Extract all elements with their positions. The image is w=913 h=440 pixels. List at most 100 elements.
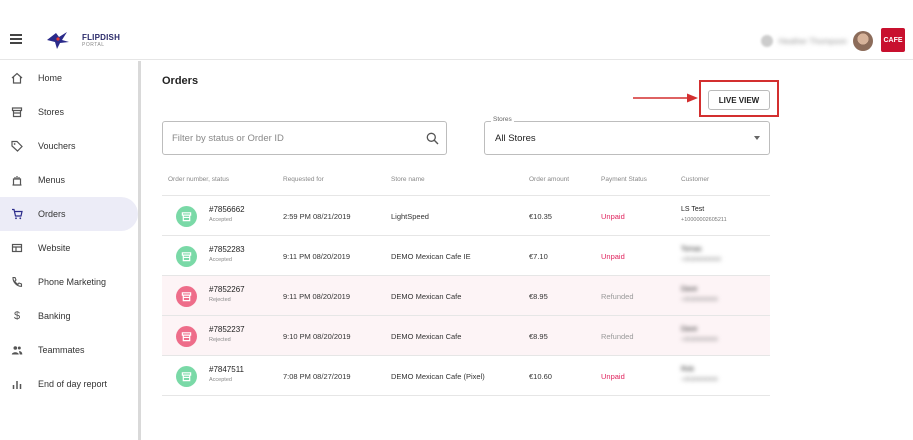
stores-select-value: All Stores — [495, 133, 536, 144]
tag-icon — [10, 139, 24, 153]
order-amount: €8.95 — [529, 332, 548, 341]
store-name: DEMO Mexican Cafe — [391, 292, 462, 301]
column-header-amount: Order amount — [529, 176, 570, 183]
order-number: #7847511 — [209, 365, 244, 374]
order-number: #7852267 — [209, 285, 245, 294]
table-row[interactable]: #7852237 Rejected 9:10 PM 08/20/2019 DEM… — [162, 316, 770, 356]
order-status: Accepted — [209, 377, 232, 383]
sidebar-item-label: Teammates — [38, 345, 85, 355]
store-name: DEMO Mexican Cafe IE — [391, 252, 471, 261]
customer-name: Tomas — [681, 246, 702, 253]
website-icon — [10, 241, 24, 255]
column-header-store: Store name — [391, 176, 425, 183]
requested-for: 7:08 PM 08/27/2019 — [283, 372, 351, 381]
home-icon — [10, 71, 24, 85]
payment-status: Refunded — [601, 332, 634, 341]
order-number: #7856662 — [209, 205, 245, 214]
store-name: LightSpeed — [391, 212, 429, 221]
order-amount: €7.10 — [529, 252, 548, 261]
order-status: Rejected — [209, 297, 231, 303]
bar-chart-icon — [10, 377, 24, 391]
sidebar-item-phone-marketing[interactable]: Phone Marketing — [0, 265, 138, 299]
customer-phone: +35300000000 — [681, 297, 718, 303]
column-header-requested: Requested for — [283, 176, 324, 183]
search-field — [162, 121, 447, 155]
help-icon[interactable] — [760, 35, 773, 47]
customer-phone: +35300000000 — [681, 337, 718, 343]
store-status-icon — [176, 286, 197, 307]
store-logo[interactable]: CAFE — [881, 28, 905, 52]
sidebar-item-home[interactable]: Home — [0, 61, 138, 95]
sidebar-item-label: Phone Marketing — [38, 277, 107, 287]
table-row[interactable]: #7852267 Rejected 9:11 PM 08/20/2019 DEM… — [162, 276, 770, 316]
sidebar-item-label: Website — [38, 243, 71, 253]
customer-phone: +35300000000 — [681, 377, 718, 383]
flipdish-logo-icon[interactable] — [45, 30, 71, 50]
brand-subtitle: PORTAL — [82, 42, 105, 48]
order-amount: €8.95 — [529, 292, 548, 301]
store-status-icon — [176, 326, 197, 347]
store-status-icon — [176, 206, 197, 227]
store-name: DEMO Mexican Cafe — [391, 332, 462, 341]
table-row[interactable]: #7852283 Accepted 9:11 PM 08/20/2019 DEM… — [162, 236, 770, 276]
order-status: Accepted — [209, 257, 232, 263]
payment-status: Refunded — [601, 292, 634, 301]
column-header-customer: Customer — [681, 176, 710, 183]
store-icon — [10, 105, 24, 119]
payment-status: Unpaid — [601, 252, 625, 261]
hamburger-menu-icon[interactable] — [10, 34, 22, 44]
sidebar-item-label: End of day report — [38, 379, 108, 389]
sidebar: Home Stores Vouchers Menus Orders Websit… — [0, 61, 141, 440]
sidebar-item-banking[interactable]: $ Banking — [0, 299, 138, 333]
payment-status: Unpaid — [601, 372, 625, 381]
requested-for: 9:11 PM 08/20/2019 — [283, 252, 350, 261]
sidebar-item-label: Banking — [38, 311, 71, 321]
order-amount: €10.60 — [529, 372, 552, 381]
sidebar-item-label: Vouchers — [38, 141, 76, 151]
sidebar-item-label: Stores — [38, 107, 65, 117]
page-title: Orders — [162, 75, 199, 87]
sidebar-item-stores[interactable]: Stores — [0, 95, 138, 129]
customer-phone: +10000002605211 — [681, 217, 727, 223]
cart-icon — [10, 207, 24, 221]
customer-name: Dave — [681, 286, 698, 293]
order-status: Rejected — [209, 337, 231, 343]
table-row[interactable]: #7856662 Accepted 2:59 PM 08/21/2019 Lig… — [162, 196, 770, 236]
live-view-button[interactable]: LIVE VIEW — [708, 90, 770, 110]
sidebar-item-label: Menus — [38, 175, 66, 185]
requested-for: 2:59 PM 08/21/2019 — [283, 212, 351, 221]
sidebar-item-teammates[interactable]: Teammates — [0, 333, 138, 367]
user-name: Heather Thompson — [778, 36, 847, 46]
menu-book-icon — [10, 173, 24, 187]
search-icon[interactable] — [426, 132, 439, 145]
store-status-icon — [176, 246, 197, 267]
order-number: #7852283 — [209, 245, 245, 254]
store-status-icon — [176, 366, 197, 387]
stores-select[interactable]: Stores All Stores — [484, 116, 770, 155]
user-menu[interactable]: Heather Thompson — [760, 30, 873, 52]
table-row[interactable]: #7847511 Accepted 7:08 PM 08/27/2019 DEM… — [162, 356, 770, 396]
orders-table: Order number, status Requested for Store… — [162, 165, 770, 396]
column-header-order: Order number, status — [168, 176, 230, 183]
phone-icon — [10, 275, 24, 289]
column-header-payment: Payment Status — [601, 176, 647, 183]
sidebar-item-label: Orders — [38, 209, 66, 219]
top-bar: FLIPDISH PORTAL Heather Thompson CAFE — [0, 0, 913, 60]
sidebar-item-label: Home — [38, 73, 63, 83]
sidebar-item-end-of-day-report[interactable]: End of day report — [0, 367, 138, 401]
store-name: DEMO Mexican Cafe (Pixel) — [391, 372, 485, 381]
avatar[interactable] — [853, 31, 873, 51]
sidebar-item-vouchers[interactable]: Vouchers — [0, 129, 138, 163]
sidebar-item-orders[interactable]: Orders — [0, 197, 138, 231]
chevron-down-icon[interactable] — [754, 136, 760, 140]
order-number: #7852237 — [209, 325, 245, 334]
requested-for: 9:10 PM 08/20/2019 — [283, 332, 351, 341]
sidebar-item-website[interactable]: Website — [0, 231, 138, 265]
customer-name: Dave — [681, 326, 698, 333]
customer-name: Rob — [681, 366, 694, 373]
search-input[interactable] — [172, 130, 422, 146]
sidebar-item-menus[interactable]: Menus — [0, 163, 138, 197]
stores-select-label: Stores — [491, 116, 514, 123]
order-status: Accepted — [209, 217, 232, 223]
brand-name: FLIPDISH — [82, 33, 121, 42]
